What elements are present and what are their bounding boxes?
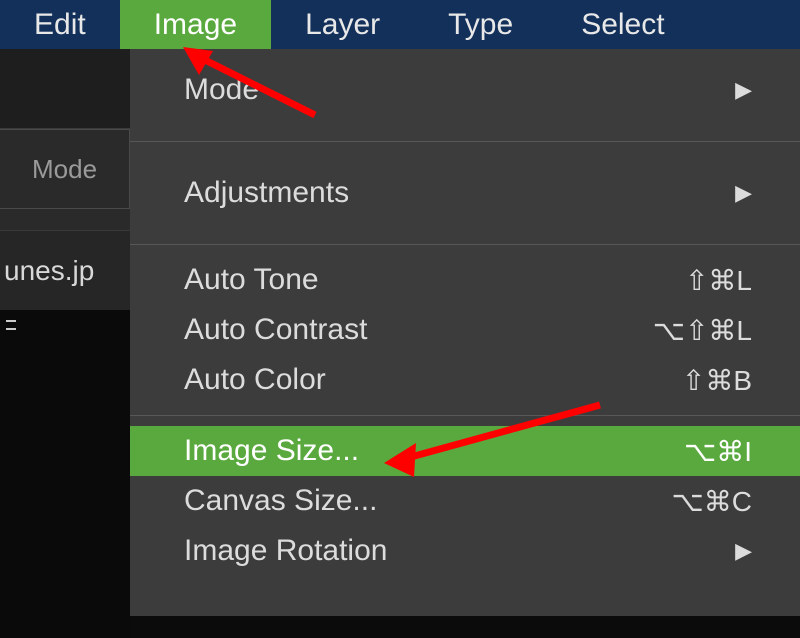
- shortcut-text: ⌥⌘C: [672, 485, 753, 518]
- dd-image-size[interactable]: Image Size... ⌥⌘I: [130, 426, 800, 476]
- menu-type[interactable]: Type: [414, 0, 547, 49]
- shortcut-text: ⌥⇧⌘L: [653, 314, 752, 347]
- dd-label: Auto Color: [184, 363, 326, 397]
- separator: [130, 141, 800, 142]
- dd-auto-contrast[interactable]: Auto Contrast ⌥⇧⌘L: [130, 305, 800, 355]
- dd-image-rotation[interactable]: Image Rotation ▶: [130, 526, 800, 576]
- shortcut-text: ⇧⌘L: [685, 264, 752, 297]
- menubar: Edit Image Layer Type Select: [0, 0, 800, 49]
- dd-mode[interactable]: Mode ▶: [130, 49, 800, 131]
- dd-label: Image Size...: [184, 434, 359, 468]
- menu-layer[interactable]: Layer: [271, 0, 414, 49]
- submenu-arrow-icon: ▶: [735, 180, 752, 206]
- submenu-arrow-icon: ▶: [735, 77, 752, 103]
- dd-label: Image Rotation: [184, 534, 387, 568]
- dd-label: Auto Contrast: [184, 313, 367, 347]
- dd-auto-tone[interactable]: Auto Tone ⇧⌘L: [130, 255, 800, 305]
- dd-label: Auto Tone: [184, 263, 319, 297]
- submenu-arrow-icon: ▶: [735, 538, 752, 564]
- side-panels: Mode unes.jp: [0, 49, 130, 638]
- ruler-mark-icon: [6, 320, 16, 330]
- document-area: [0, 310, 130, 638]
- panel-top: [0, 49, 130, 129]
- dd-label: Canvas Size...: [184, 484, 377, 518]
- dd-canvas-size[interactable]: Canvas Size... ⌥⌘C: [130, 476, 800, 526]
- dd-adjustments[interactable]: Adjustments ▶: [130, 152, 800, 234]
- shortcut-text: ⌥⌘I: [684, 435, 752, 468]
- dd-auto-color[interactable]: Auto Color ⇧⌘B: [130, 355, 800, 405]
- panel-mode-label: Mode: [0, 129, 130, 209]
- shortcut-text: ⇧⌘B: [682, 364, 752, 397]
- image-dropdown-menu: Mode ▶ Adjustments ▶ Auto Tone ⇧⌘L Auto …: [130, 49, 800, 616]
- document-tab[interactable]: unes.jp: [0, 230, 130, 310]
- dd-label: Mode: [184, 73, 259, 107]
- separator: [130, 244, 800, 245]
- menu-image[interactable]: Image: [120, 0, 271, 49]
- separator: [130, 415, 800, 416]
- menu-edit[interactable]: Edit: [0, 0, 120, 49]
- dd-label: Adjustments: [184, 176, 349, 210]
- menu-select[interactable]: Select: [547, 0, 698, 49]
